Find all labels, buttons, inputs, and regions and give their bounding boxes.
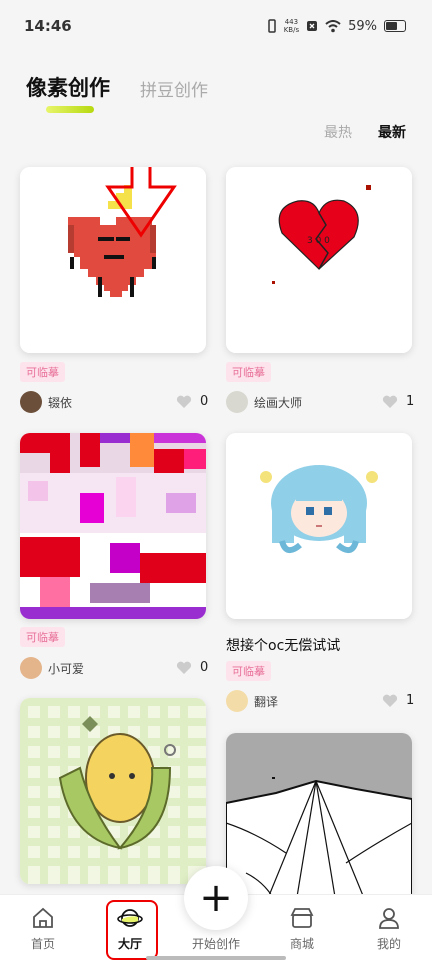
sim-icon [307,21,318,31]
status-bar: 14:46 443 KB/s 59% [0,0,432,52]
heart-artwork-text: 3 0 0 [307,236,330,246]
home-icon [33,907,53,928]
author-name: 小可爱 [48,661,85,676]
heart-icon [382,694,398,707]
nav-shop[interactable]: 商城 [272,905,332,952]
artwork-thumbnail[interactable] [20,433,206,619]
net-speed: 443 KB/s [283,18,300,34]
heart-icon [176,395,192,408]
sort-hot[interactable]: 最热 [324,122,352,142]
nav-create-label: 开始创作 [191,937,240,951]
tab-pixel-creation[interactable]: 像素创作 [26,72,110,102]
sort-options: 最热 最新 [324,122,406,142]
tag-copyable: 可临摹 [20,627,65,647]
artwork-thumbnail[interactable] [226,733,412,903]
artwork-thumbnail[interactable] [20,167,206,353]
creation-tabs: 像素创作 拼豆创作 [26,72,208,102]
like-count: 1 [406,394,415,409]
profile-icon [379,908,399,929]
sort-new[interactable]: 最新 [378,122,406,142]
avatar [20,391,42,413]
like-count: 0 [200,660,209,675]
home-indicator [146,956,286,960]
nav-profile[interactable]: 我的 [359,905,419,952]
author-name: 翻译 [254,694,279,709]
heart-icon [176,661,192,674]
artwork-thumbnail[interactable]: 3 0 0 [226,167,412,353]
create-plus-button[interactable]: + [184,866,248,930]
author-name: 辍依 [48,395,73,410]
like-count: 0 [200,394,209,409]
plus-icon: + [199,875,233,921]
tag-copyable: 可临摹 [226,362,271,382]
card-author[interactable]: 辍依 [20,391,72,413]
like-button[interactable]: 0 [176,394,208,409]
wifi-icon [325,19,341,32]
annotation-highlight-box [106,900,158,960]
avatar [226,690,248,712]
tab-bead-creation[interactable]: 拼豆创作 [140,76,208,102]
artwork-thumbnail[interactable] [226,433,412,619]
nav-home-label: 首页 [30,937,55,951]
nav-shop-label: 商城 [289,937,314,951]
like-button[interactable]: 1 [382,693,414,708]
avatar [20,657,42,679]
nav-profile-label: 我的 [376,937,401,951]
tag-copyable: 可临摹 [226,661,271,681]
battery-percent: 59% [348,18,377,34]
card-title: 想接个oc无偿试试 [226,638,341,654]
tag-copyable: 可临摹 [20,362,65,382]
like-count: 1 [406,693,415,708]
nav-home[interactable]: 首页 [13,905,73,952]
like-button[interactable]: 1 [382,394,414,409]
card-author[interactable]: 绘画大师 [226,391,302,413]
avatar [226,391,248,413]
shop-icon [290,908,314,928]
artwork-thumbnail[interactable] [20,698,206,884]
heart-icon [382,395,398,408]
vibrate-icon [267,19,276,33]
card-author[interactable]: 小可爱 [20,657,84,679]
nav-create[interactable]: 开始创作 [186,935,246,952]
status-time: 14:46 [24,17,72,35]
active-tab-indicator [46,106,94,113]
author-name: 绘画大师 [254,395,303,410]
like-button[interactable]: 0 [176,660,208,675]
card-author[interactable]: 翻译 [226,690,278,712]
battery-icon [384,20,406,32]
